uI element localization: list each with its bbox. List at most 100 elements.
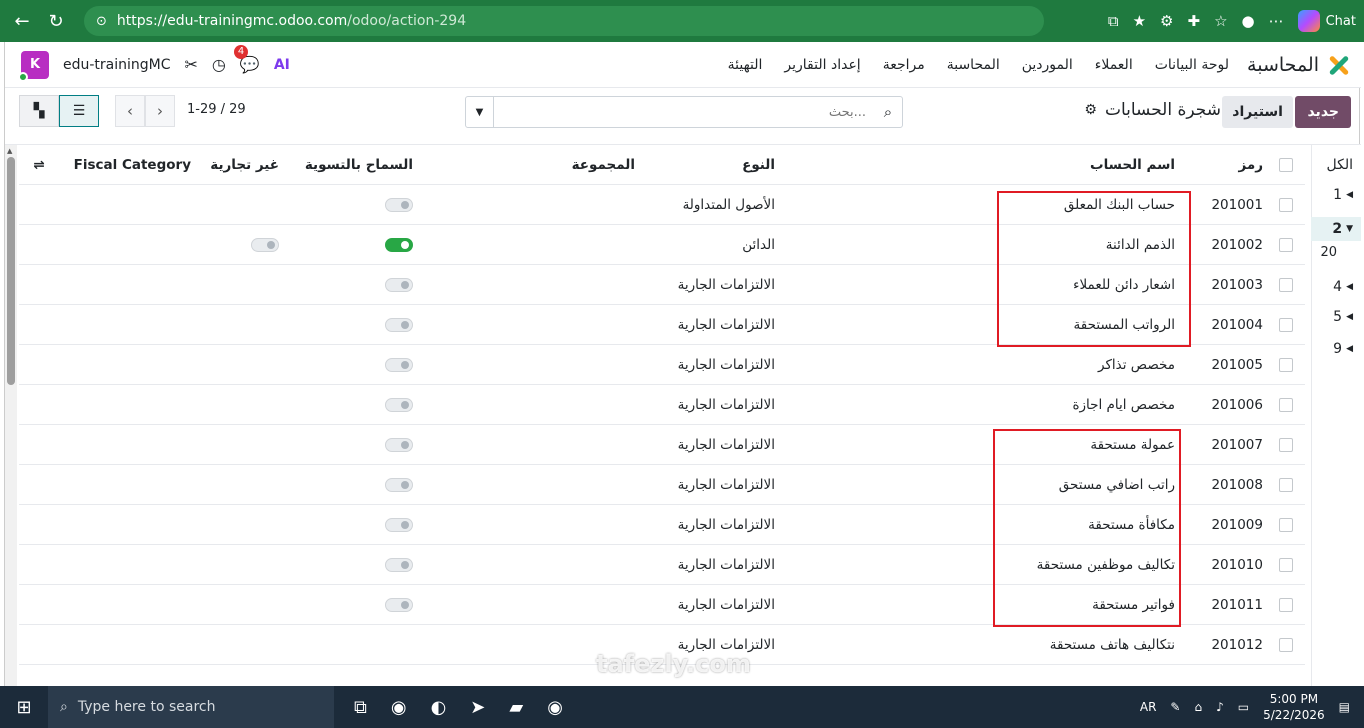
optional-columns-icon[interactable]: ⇌ (29, 145, 49, 185)
row-checkbox[interactable] (1279, 585, 1293, 625)
telegram-icon[interactable]: ➤ (470, 697, 485, 718)
battery-icon[interactable]: ▭ (1238, 700, 1249, 714)
group-item-5[interactable]: ◀ 5 (1333, 309, 1353, 325)
address-bar[interactable]: ⊙ https://edu-trainingmc.odoo.com/odoo/a… (84, 6, 1044, 36)
extension-icon[interactable]: ⚙ (1160, 12, 1173, 30)
list-view-icon[interactable]: ☰ (59, 95, 99, 127)
search-options-toggle[interactable]: ▼ (466, 97, 494, 127)
view-switcher: ▚ ☰ (19, 95, 99, 127)
import-button[interactable]: استيراد (1222, 96, 1293, 128)
kanban-view-icon[interactable]: ▚ (19, 95, 59, 127)
app-available-icon[interactable]: ⧉ (1108, 12, 1119, 30)
favorites-icon[interactable]: ☆ (1214, 12, 1227, 30)
header-fiscal-category[interactable]: Fiscal Category (74, 145, 191, 185)
reconcile-toggle[interactable] (273, 345, 413, 385)
group-subitem-20[interactable]: 20 (1320, 245, 1337, 260)
reconcile-toggle[interactable] (273, 585, 413, 625)
reconcile-toggle[interactable] (273, 425, 413, 465)
row-checkbox[interactable] (1279, 185, 1293, 225)
non-trade-toggle[interactable] (179, 225, 279, 265)
language-indicator[interactable]: AR (1140, 700, 1157, 714)
notifications-icon[interactable]: ▤ (1339, 700, 1350, 714)
vertical-scrollbar[interactable]: ▲ (5, 145, 17, 687)
table-row[interactable]: 201005 مخصص تذاكر الالتزامات الجارية (19, 345, 1305, 385)
menu-vendors[interactable]: الموردين (1022, 57, 1073, 73)
reconcile-toggle[interactable] (273, 545, 413, 585)
group-all[interactable]: الكل (1327, 157, 1354, 173)
ai-icon[interactable]: AI (274, 57, 290, 73)
reconcile-toggle[interactable] (273, 305, 413, 345)
reconcile-toggle[interactable] (273, 465, 413, 505)
header-reconcile[interactable]: السماح بالتسوية (273, 145, 413, 185)
row-checkbox[interactable] (1279, 505, 1293, 545)
menu-configuration[interactable]: التهيئة (728, 57, 763, 73)
scroll-thumb[interactable] (7, 157, 15, 385)
messages-icon[interactable]: 💬 4 (233, 45, 260, 74)
row-checkbox[interactable] (1279, 465, 1293, 505)
menu-reporting[interactable]: إعداد التقارير (784, 57, 860, 73)
pager-next-icon[interactable]: › (145, 95, 175, 127)
chrome-icon[interactable]: ◉ (391, 697, 407, 718)
windows-start-icon[interactable]: ⊞ (0, 686, 48, 728)
row-checkbox[interactable] (1279, 385, 1293, 425)
edge-icon[interactable]: ◐ (431, 697, 447, 718)
network-icon[interactable]: ⌂ (1194, 700, 1202, 714)
search-input[interactable] (494, 98, 874, 126)
company-name[interactable]: edu-trainingMC (63, 57, 171, 73)
header-code[interactable]: رمز (1203, 145, 1263, 185)
reconcile-toggle[interactable] (273, 265, 413, 305)
header-name[interactable]: اسم الحساب (975, 145, 1175, 185)
site-info-icon[interactable]: ⊙ (96, 14, 107, 29)
menu-customers[interactable]: العملاء (1095, 57, 1133, 73)
taskbar-search[interactable]: ⌕ Type here to search (48, 686, 334, 728)
scroll-up-icon[interactable]: ▲ (7, 147, 12, 155)
pager-value[interactable]: 1-29 / 29 (187, 102, 246, 117)
row-checkbox[interactable] (1279, 545, 1293, 585)
header-non-trade[interactable]: غير تجارية (179, 145, 279, 185)
row-checkbox[interactable] (1279, 625, 1293, 665)
reconcile-toggle[interactable] (273, 385, 413, 425)
reconcile-toggle[interactable] (273, 225, 413, 265)
activity-clock-icon[interactable]: ◷ (212, 55, 226, 74)
group-item-4[interactable]: ◀ 4 (1333, 279, 1353, 295)
row-checkbox[interactable] (1279, 225, 1293, 265)
url-path: /odoo/action-294 (347, 13, 467, 29)
pen-icon[interactable]: ✎ (1170, 700, 1180, 714)
copilot-chat-button[interactable]: Chat (1297, 10, 1356, 32)
gear-icon[interactable]: ⚙ (1084, 102, 1097, 118)
extensions-puzzle-icon[interactable]: ✚ (1187, 12, 1200, 30)
menu-accounting[interactable]: المحاسبة (947, 57, 1000, 73)
new-button[interactable]: جديد (1295, 96, 1351, 128)
group-item-2[interactable]: ▼ 2 (1311, 217, 1361, 241)
pager-previous-icon[interactable]: ‹ (115, 95, 145, 127)
group-item-9[interactable]: ◀ 9 (1333, 341, 1353, 357)
back-icon[interactable]: ← (8, 7, 36, 35)
select-all-checkbox[interactable] (1279, 145, 1293, 185)
row-checkbox[interactable] (1279, 425, 1293, 465)
header-group[interactable]: المجموعة (515, 145, 635, 185)
reload-icon[interactable]: ↻ (42, 7, 70, 35)
sticky-notes-icon[interactable]: ▰ (509, 697, 523, 718)
task-view-icon[interactable]: ⧉ (354, 697, 367, 718)
reconcile-toggle[interactable] (273, 185, 413, 225)
menu-dashboard[interactable]: لوحة البيانات (1155, 57, 1229, 73)
profile-avatar[interactable]: ● (1242, 12, 1255, 30)
reconcile-toggle[interactable] (273, 505, 413, 545)
chrome-profile-icon[interactable]: ◉ (547, 697, 563, 718)
clock[interactable]: 5:00 PM 5/22/2026 (1263, 691, 1325, 723)
group-panel: الكل ◀ 1 ▼ 2 20 ◀ 4 ◀ 5 ◀ 9 (1311, 145, 1361, 687)
row-checkbox[interactable] (1279, 265, 1293, 305)
search-icon[interactable]: ⌕ (874, 103, 902, 121)
company-avatar[interactable]: K (18, 50, 49, 82)
table-row[interactable]: 201006 مخصص ايام اجازة الالتزامات الجارية (19, 385, 1305, 425)
row-checkbox[interactable] (1279, 305, 1293, 345)
app-name[interactable]: المحاسبة (1247, 54, 1319, 76)
row-checkbox[interactable] (1279, 345, 1293, 385)
accounting-app-icon[interactable] (1327, 53, 1351, 77)
volume-icon[interactable]: ♪ (1216, 700, 1224, 714)
favorite-star-icon[interactable]: ★ (1133, 12, 1146, 30)
more-menu-icon[interactable]: ⋯ (1269, 12, 1284, 30)
group-item-1[interactable]: ◀ 1 (1333, 187, 1353, 203)
menu-review[interactable]: مراجعة (883, 57, 925, 73)
debug-tools-icon[interactable]: ✂ (185, 55, 198, 74)
